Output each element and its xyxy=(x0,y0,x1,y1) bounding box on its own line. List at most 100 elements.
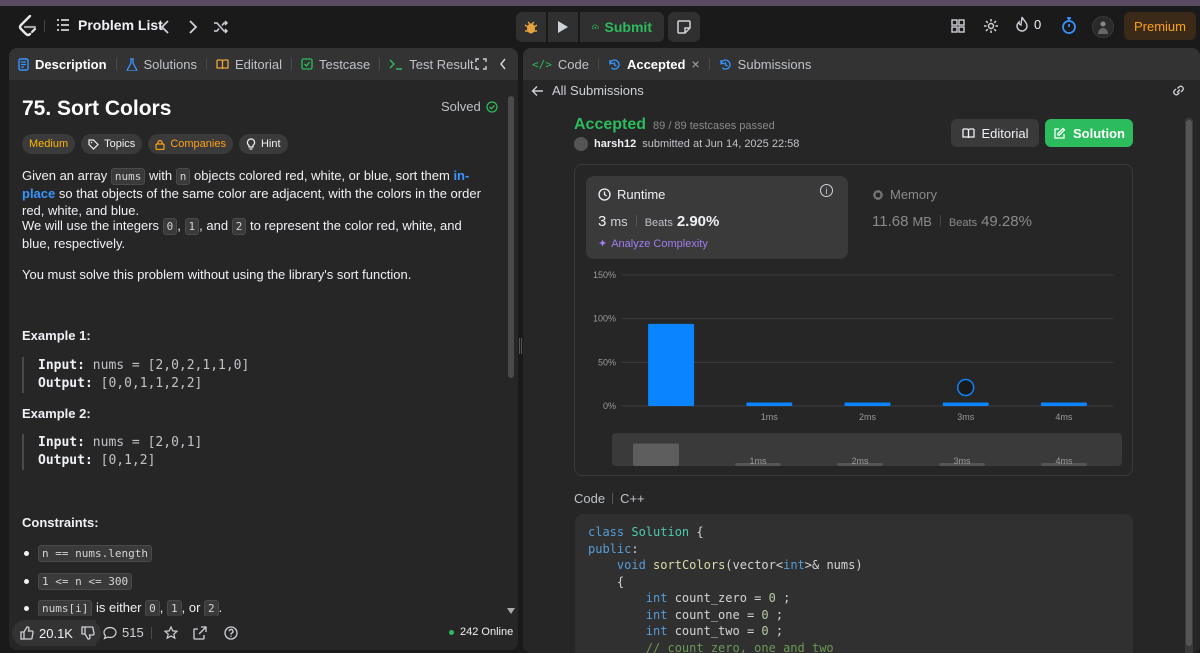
streak-counter[interactable]: 0 xyxy=(1015,16,1041,32)
info-icon[interactable]: i xyxy=(820,184,833,197)
tab-testcase[interactable]: Testcase xyxy=(292,48,379,80)
dislike-button[interactable] xyxy=(75,620,101,646)
book-icon xyxy=(961,128,975,138)
left-tabs: Description Solutions Editorial Testcase… xyxy=(9,48,518,80)
problem-list-link[interactable]: Problem List xyxy=(56,17,163,33)
memory-card[interactable]: Memory 11.68 MB Beats 49.28% xyxy=(860,176,1122,259)
panel-splitter-handle[interactable] xyxy=(519,338,522,354)
desc-text: with xyxy=(149,168,173,183)
random-problem-button[interactable] xyxy=(210,17,232,37)
input-label: Input: xyxy=(38,435,85,450)
leetcode-logo-icon[interactable] xyxy=(18,15,38,37)
description-footer: 20.1K 515 242 Online xyxy=(9,616,518,650)
code-header-label: Code xyxy=(574,491,606,506)
tab-test-result[interactable]: Test Result xyxy=(380,48,482,80)
debug-button[interactable] xyxy=(516,12,546,42)
beats-label: Beats xyxy=(644,217,673,229)
star-icon xyxy=(164,626,178,640)
maximize-panel-button[interactable] xyxy=(473,56,489,72)
premium-button[interactable]: Premium xyxy=(1124,12,1196,40)
timer-button[interactable] xyxy=(1058,15,1080,37)
code-n: n xyxy=(175,168,191,185)
runtime-value: 3 xyxy=(598,213,607,230)
tab-editorial[interactable]: Editorial xyxy=(207,48,291,80)
tab-accepted[interactable]: Accepted × xyxy=(599,48,709,80)
submitted-code[interactable]: class Solution {public: void sortColors(… xyxy=(575,514,1133,653)
performance-card: Runtime i 3 ms Beats 2.90% ✦ Analyze Com… xyxy=(574,164,1133,476)
code-line: int count_one = 0 ; xyxy=(645,607,784,622)
next-problem-button[interactable] xyxy=(184,17,202,37)
submitted-time: submitted at Jun 14, 2025 22:58 xyxy=(642,138,800,150)
solution-label: Solution xyxy=(1073,125,1125,141)
layout-grid-icon xyxy=(951,19,965,33)
tab-test-result-label: Test Result xyxy=(409,56,474,72)
example-1-input: Input: nums = [2,0,2,1,1,0] xyxy=(38,357,249,375)
bullet-dot xyxy=(24,551,29,556)
submission-scrollbar-thumb[interactable] xyxy=(1186,120,1192,646)
copy-link-button[interactable] xyxy=(1169,82,1187,98)
submitter-name[interactable]: harsh12 xyxy=(594,138,636,150)
submit-button[interactable]: Submit xyxy=(580,12,664,42)
tab-solutions[interactable]: Solutions xyxy=(117,48,206,80)
layout-button[interactable] xyxy=(948,16,968,36)
chart-bar[interactable] xyxy=(648,323,695,406)
tab-code-label: Code xyxy=(557,56,589,72)
settings-button[interactable] xyxy=(981,16,1001,36)
share-button[interactable] xyxy=(191,624,209,642)
prev-problem-button[interactable] xyxy=(156,17,174,37)
x-tick-label: 4ms xyxy=(1055,412,1073,422)
analyze-complexity-link[interactable]: ✦ Analyze Complexity xyxy=(598,237,708,251)
beats-label: Beats xyxy=(948,217,978,229)
editorial-button[interactable]: Editorial xyxy=(951,119,1039,147)
tag-row: Medium Topics Companies Hint xyxy=(22,134,290,154)
problem-list-label: Problem List xyxy=(78,17,163,33)
tab-submissions[interactable]: Submissions xyxy=(710,48,821,80)
hint-tag[interactable]: Hint xyxy=(238,134,288,154)
submitter-avatar[interactable] xyxy=(574,137,588,151)
chart-bar[interactable] xyxy=(942,402,989,406)
chart-bar[interactable] xyxy=(844,402,891,406)
topics-tag[interactable]: Topics xyxy=(81,134,143,154)
minimap-label: 4ms xyxy=(1055,456,1073,466)
runtime-label: Runtime xyxy=(617,187,666,202)
top-nav: Problem List Submit 0 Premium xyxy=(0,6,1200,46)
favorite-button[interactable] xyxy=(162,624,180,642)
close-tab-icon[interactable]: × xyxy=(691,56,699,72)
submitter-row: harsh12 submitted at Jun 14, 2025 22:58 xyxy=(574,137,799,151)
example-2-input: Input: nums = [2,0,1] xyxy=(38,434,202,452)
all-submissions-link[interactable]: All Submissions xyxy=(531,83,644,98)
tab-code[interactable]: </> Code xyxy=(523,48,598,80)
shuffle-icon xyxy=(214,20,229,34)
difficulty-tag[interactable]: Medium xyxy=(22,134,76,154)
question-circle-icon xyxy=(224,626,238,640)
runtime-card[interactable]: Runtime i 3 ms Beats 2.90% ✦ Analyze Com… xyxy=(586,176,848,259)
collapse-panel-button[interactable] xyxy=(496,56,510,72)
scroll-down-arrow[interactable] xyxy=(507,608,515,614)
your-submission-marker[interactable] xyxy=(956,378,975,397)
run-button[interactable] xyxy=(548,12,578,42)
notes-button[interactable] xyxy=(668,12,700,42)
tab-description-label: Description xyxy=(35,56,107,72)
bug-icon xyxy=(524,21,538,34)
user-avatar[interactable] xyxy=(1092,16,1114,38)
desc-text: , or xyxy=(181,600,201,615)
status-text: Accepted xyxy=(574,116,647,133)
comments-button[interactable]: 515 xyxy=(103,625,144,640)
edit-icon xyxy=(1054,127,1066,139)
chart-bar[interactable] xyxy=(746,402,793,406)
history-icon xyxy=(609,58,620,70)
code-one: 1 xyxy=(184,218,200,235)
tab-description[interactable]: Description xyxy=(9,48,116,80)
companies-tag[interactable]: Companies xyxy=(148,134,233,154)
description-scrollbar[interactable] xyxy=(508,96,514,378)
example-2-output: Output: [0,1,2] xyxy=(38,452,202,470)
output-value: [0,1,2] xyxy=(100,453,156,468)
solution-button[interactable]: Solution xyxy=(1045,119,1133,147)
chevron-left-icon xyxy=(500,58,506,70)
constraint-2: 1 <= n <= 300 xyxy=(24,573,133,590)
help-button[interactable] xyxy=(222,624,240,642)
code-line: void sortColors(vector<int>& nums) xyxy=(616,558,863,572)
chart-bar[interactable] xyxy=(1040,402,1087,406)
solved-label: Solved xyxy=(441,99,481,114)
online-indicator: 242 Online xyxy=(449,626,513,638)
